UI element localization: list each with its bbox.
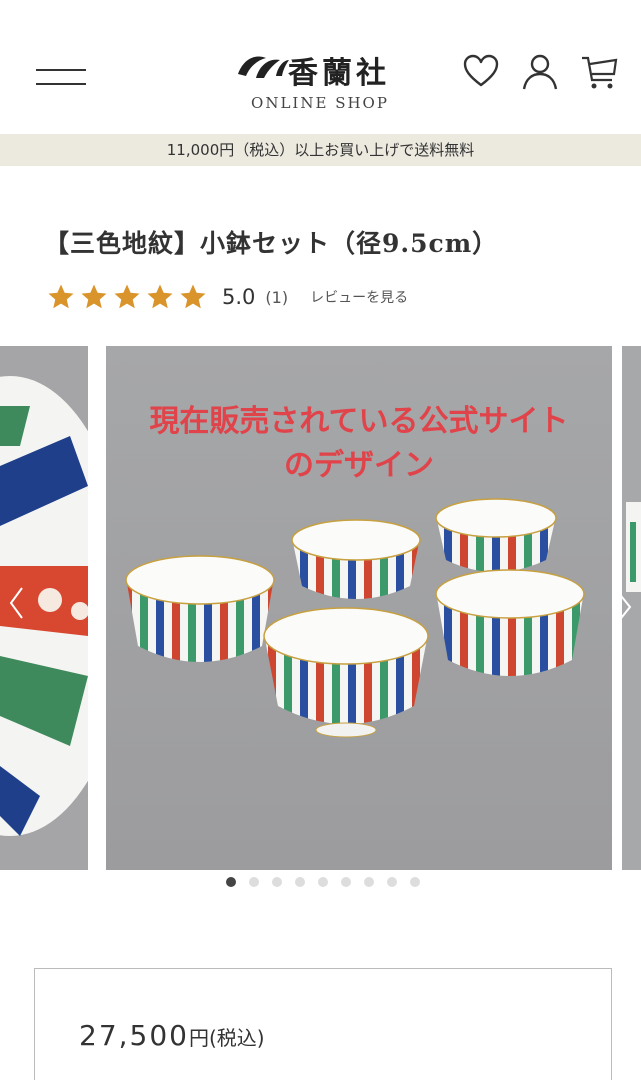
cart-icon[interactable] <box>580 52 620 92</box>
product-price: 27,500 円(税込) <box>79 1019 265 1052</box>
carousel-dot[interactable] <box>410 877 420 887</box>
free-shipping-banner: 11,000円（税込）以上お買い上げで送料無料 <box>0 134 641 166</box>
star-icon <box>81 284 107 309</box>
star-icon <box>147 284 173 309</box>
overlay-caption-line2: のデザイン <box>284 448 434 483</box>
carousel-dot[interactable] <box>295 877 305 887</box>
rating-count: (1) <box>265 287 289 307</box>
price-unit: 円(税込) <box>188 1026 265 1050</box>
user-icon[interactable] <box>520 52 560 92</box>
carousel-dot[interactable] <box>272 877 282 887</box>
site-header: 香蘭社 ONLINE SHOP <box>0 0 641 134</box>
carousel-prev-arrow-icon[interactable] <box>8 586 24 620</box>
carousel-dot[interactable] <box>341 877 351 887</box>
view-reviews-link[interactable]: レビューを見る <box>310 287 408 307</box>
carousel-next-arrow-icon[interactable] <box>614 590 634 624</box>
rating-stars <box>46 282 208 312</box>
price-panel: 27,500 円(税込) <box>34 968 612 1080</box>
carousel-dot[interactable] <box>364 877 374 887</box>
menu-icon[interactable] <box>36 66 86 88</box>
overlay-caption-line1: 現在販売されている公式サイト <box>149 404 569 439</box>
star-icon <box>48 284 74 309</box>
logo-mark-icon <box>238 56 289 78</box>
carousel-dot[interactable] <box>387 877 397 887</box>
carousel-dot[interactable] <box>226 877 236 887</box>
site-logo[interactable]: 香蘭社 ONLINE SHOP <box>230 46 410 118</box>
price-amount: 27,500 <box>79 1019 189 1052</box>
carousel-pagination <box>226 877 420 887</box>
star-icon <box>180 284 206 309</box>
product-image-carousel[interactable]: 現在販売されている公式サイト のデザイン <box>0 346 641 870</box>
carousel-slide-main[interactable]: 現在販売されている公式サイト のデザイン <box>106 346 612 870</box>
product-title: 【三色地紋】小鉢セット（径9.5cm） <box>44 229 499 258</box>
rating-score: 5.0 <box>222 285 256 309</box>
product-rating: 5.0 (1) レビューを見る <box>46 282 408 312</box>
star-icon <box>114 284 140 309</box>
carousel-dot[interactable] <box>249 877 259 887</box>
carousel-dot[interactable] <box>318 877 328 887</box>
overlay-caption: 現在販売されている公式サイト のデザイン <box>106 400 612 488</box>
logo-subtitle: ONLINE SHOP <box>251 94 389 112</box>
heart-icon[interactable] <box>461 52 501 92</box>
logo-kanji: 香蘭社 <box>288 56 390 91</box>
